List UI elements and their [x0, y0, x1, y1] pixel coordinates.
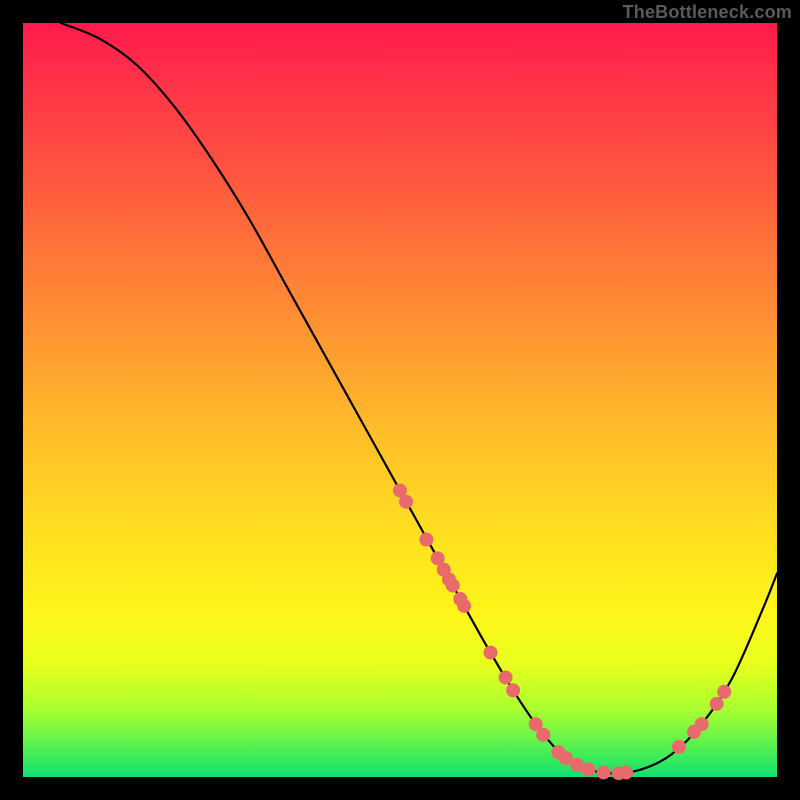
data-point — [710, 697, 724, 711]
data-point — [536, 728, 550, 742]
data-point — [446, 578, 460, 592]
data-point — [619, 765, 633, 779]
bottleneck-curve — [61, 23, 777, 773]
chart-frame: TheBottleneck.com — [0, 0, 800, 800]
data-point — [506, 683, 520, 697]
data-point — [582, 762, 596, 776]
data-point — [483, 646, 497, 660]
plot-area — [23, 23, 777, 777]
data-markers — [393, 483, 731, 780]
data-point — [499, 670, 513, 684]
data-point — [597, 765, 611, 779]
chart-svg — [23, 23, 777, 777]
data-point — [717, 685, 731, 699]
data-point — [457, 599, 471, 613]
data-point — [399, 495, 413, 509]
watermark-label: TheBottleneck.com — [623, 2, 792, 23]
data-point — [419, 532, 433, 546]
data-point — [672, 740, 686, 754]
data-point — [695, 717, 709, 731]
